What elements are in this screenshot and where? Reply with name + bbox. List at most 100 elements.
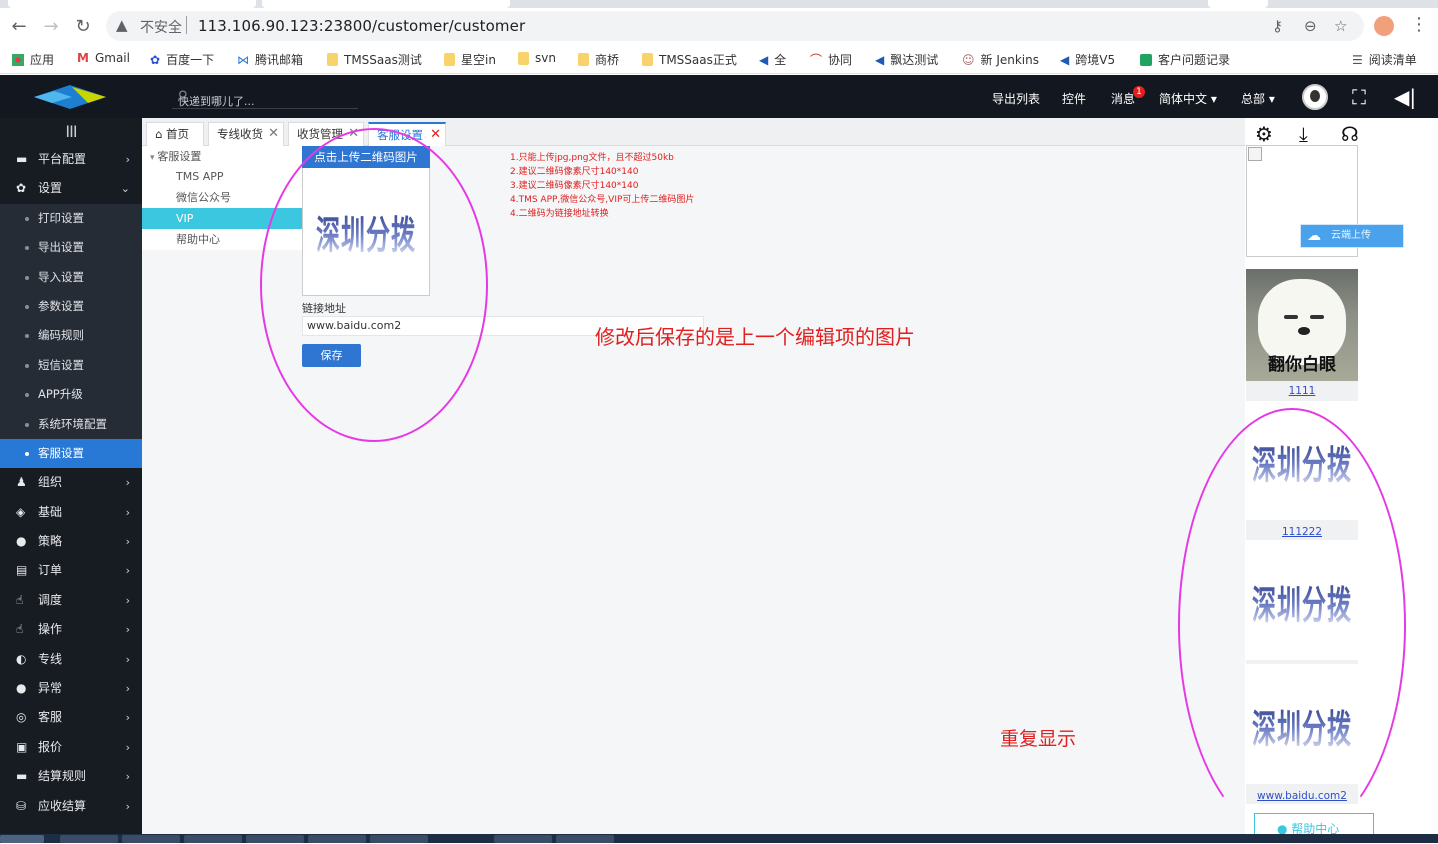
bookmark-piaoda[interactable]: ◀ 飘达测试	[875, 51, 938, 68]
sidebar-sub-export[interactable]: 导出设置	[0, 233, 142, 263]
people-icon: ♟	[16, 475, 27, 490]
star-icon[interactable]: ☆	[1334, 17, 1347, 35]
sidebar-item[interactable]: ◎ 客服 ›	[0, 703, 142, 732]
messages-link[interactable]: 消息	[1111, 90, 1135, 107]
sidebar-sub-app-upgrade[interactable]: APP升级	[0, 380, 142, 410]
sidebar-item-settings[interactable]: ✿ 设置 ⌄	[0, 174, 142, 203]
sidebar-item[interactable]: ☝ 调度 ›	[0, 586, 142, 615]
sidebar-item[interactable]: ♟ 组织 ›	[0, 468, 142, 497]
sidebar-sub-import[interactable]: 导入设置	[0, 262, 142, 292]
search-icon[interactable]: ⚲	[178, 89, 346, 104]
bookmark-issues[interactable]: 客户问题记录	[1140, 51, 1230, 68]
bookmark-folder[interactable]: TMSSaas测试	[327, 51, 422, 68]
taskbar-app[interactable]	[308, 835, 366, 843]
annotation-note: 修改后保存的是上一个编辑项的图片	[595, 325, 915, 349]
sidebar-item[interactable]: ◐ 专线 ›	[0, 645, 142, 674]
taskbar-app[interactable]	[122, 835, 180, 843]
headset-icon[interactable]: ☊	[1341, 122, 1359, 146]
user-avatar[interactable]	[1302, 84, 1328, 110]
export-list-link[interactable]: 导出列表	[992, 90, 1040, 107]
sidebar-sub-env[interactable]: 系统环境配置	[0, 409, 142, 439]
close-icon[interactable]: ✕	[430, 124, 441, 146]
browser-tab[interactable]	[262, 0, 510, 8]
omnibox[interactable]: ▲ 不安全 113.106.90.123:23800/customer/cust…	[106, 11, 1364, 41]
cloud-upload-button[interactable]: ☁ 云端上传	[1300, 224, 1404, 248]
sidebar-sub-params[interactable]: 参数设置	[0, 291, 142, 322]
collapse-panel-icon[interactable]: ◀|	[1394, 85, 1416, 109]
sidebar-item-platform-config[interactable]: ▬ 平台配置 ›	[0, 145, 142, 174]
tab-line-receive[interactable]: 专线收货 ✕	[208, 122, 284, 146]
taskbar-app[interactable]	[556, 835, 614, 843]
qr-card[interactable]: 翻你白眼 1111	[1246, 269, 1358, 401]
close-icon[interactable]: ✕	[268, 123, 279, 145]
reading-list-icon: ☰	[1352, 52, 1363, 67]
app-logo[interactable]	[32, 83, 108, 111]
sidebar-item[interactable]: ● 异常 ›	[0, 674, 142, 703]
taskbar-app[interactable]	[60, 835, 118, 843]
quick-search[interactable]: 快递到哪儿了... ⚲	[172, 87, 358, 109]
tree-root[interactable]: ▾ 客服设置	[142, 146, 302, 167]
gmail-icon: M	[77, 51, 89, 65]
bookmark-collab[interactable]: ⌒ 协同	[810, 51, 852, 68]
bookmark-folder[interactable]: svn	[518, 51, 556, 65]
bookmark-kuajing[interactable]: ◀ 跨境V5	[1060, 51, 1115, 68]
reading-list[interactable]: ☰ 阅读清单	[1352, 51, 1417, 68]
chevron-right-icon: ›	[125, 535, 130, 549]
bookmark-folder[interactable]: 商桥	[578, 51, 619, 68]
sidebar-item[interactable]: ◈ 基础 ›	[0, 498, 142, 527]
bookmark-jenkins[interactable]: ☺ 新 Jenkins	[962, 51, 1039, 68]
apps-icon	[12, 53, 24, 66]
url-text[interactable]: 113.106.90.123:23800/customer/customer	[198, 17, 525, 35]
bookmark-folder[interactable]: 星空in	[444, 51, 496, 68]
tree-node-tms-app[interactable]: TMS APP	[142, 166, 302, 187]
bookmark-all[interactable]: ◀ 全	[759, 51, 786, 68]
sidebar-toggle-icon[interactable]: III	[0, 118, 142, 145]
fullscreen-icon[interactable]: ⛶	[1352, 85, 1366, 109]
qr-card-link[interactable]: 1111	[1246, 385, 1358, 397]
sidebar-item[interactable]: ▤ 订单 ›	[0, 556, 142, 585]
sidebar-item[interactable]: ⛁ 应收结算 ›	[0, 792, 142, 821]
org-select[interactable]: 总部 ▾	[1241, 90, 1275, 107]
start-button[interactable]	[0, 835, 44, 843]
profile-avatar[interactable]	[1374, 16, 1394, 36]
warning-icon[interactable]: ▲	[116, 16, 128, 34]
chevron-right-icon: ›	[125, 711, 130, 725]
bookmark-tencent-mail[interactable]: ⋈ 腾讯邮箱	[237, 51, 303, 68]
sidebar-item[interactable]: ▣ 报价 ›	[0, 733, 142, 762]
sidebar-item[interactable]: ▬ 结算规则 ›	[0, 762, 142, 791]
browser-tab[interactable]	[8, 0, 256, 8]
taskbar-app[interactable]	[184, 835, 242, 843]
sidebar-sub-coding[interactable]: 编码规则	[0, 321, 142, 351]
bookmark-folder[interactable]: TMSSaas正式	[642, 51, 737, 68]
bookmarks-bar: 应用 M Gmail ✿ 百度一下 ⋈ 腾讯邮箱 TMSSaas测试 星空in svn…	[0, 44, 1438, 74]
taskbar-app[interactable]	[370, 835, 428, 843]
sidebar-module-list: ♟ 组织 › ◈ 基础 › ● 策略 › ▤ 订单 › ☝ 调度 › ☝ 操作 › ◐ 专线 › ● 异常 › ◎ 客服 › ▣ 报价 ›…	[0, 468, 142, 821]
coins-icon: ⛁	[16, 798, 27, 813]
tab-home[interactable]: ⌂ 首页	[146, 122, 204, 146]
bookmark-baidu[interactable]: ✿ 百度一下	[150, 51, 214, 68]
taskbar-app[interactable]	[494, 835, 552, 843]
bookmark-gmail[interactable]: M Gmail	[77, 51, 130, 65]
sidebar-item[interactable]: ● 策略 ›	[0, 527, 142, 556]
zoom-icon[interactable]: ⊖	[1304, 17, 1317, 35]
menu-dots-icon[interactable]: ⋮	[1410, 14, 1428, 35]
sidebar-item[interactable]: ☝ 操作 ›	[0, 615, 142, 644]
back-arrow-icon[interactable]: ←	[8, 16, 30, 38]
browser-tab[interactable]	[1208, 0, 1268, 8]
chevron-right-icon: ›	[125, 593, 130, 607]
key-icon[interactable]: ⚷	[1272, 17, 1283, 35]
chevron-right-icon: ›	[125, 623, 130, 637]
sidebar-sub-sms[interactable]: 短信设置	[0, 350, 142, 381]
language-select[interactable]: 简体中文 ▾	[1159, 90, 1217, 107]
reload-icon[interactable]: ↻	[72, 16, 94, 38]
bookmark-apps[interactable]: 应用	[12, 51, 54, 68]
widgets-link[interactable]: 控件	[1062, 90, 1086, 107]
forward-arrow-icon[interactable]: →	[40, 16, 62, 38]
sidebar-sub-customer-service[interactable]: 客服设置	[0, 438, 142, 469]
taskbar-app[interactable]	[246, 835, 304, 843]
chevron-right-icon: ›	[125, 564, 130, 578]
insecure-label[interactable]: 不安全	[140, 17, 182, 37]
download-icon[interactable]: ⤓	[1299, 122, 1308, 146]
sidebar-sub-print[interactable]: 打印设置	[0, 203, 142, 234]
settings-gear-icon[interactable]: ⚙	[1255, 122, 1273, 146]
